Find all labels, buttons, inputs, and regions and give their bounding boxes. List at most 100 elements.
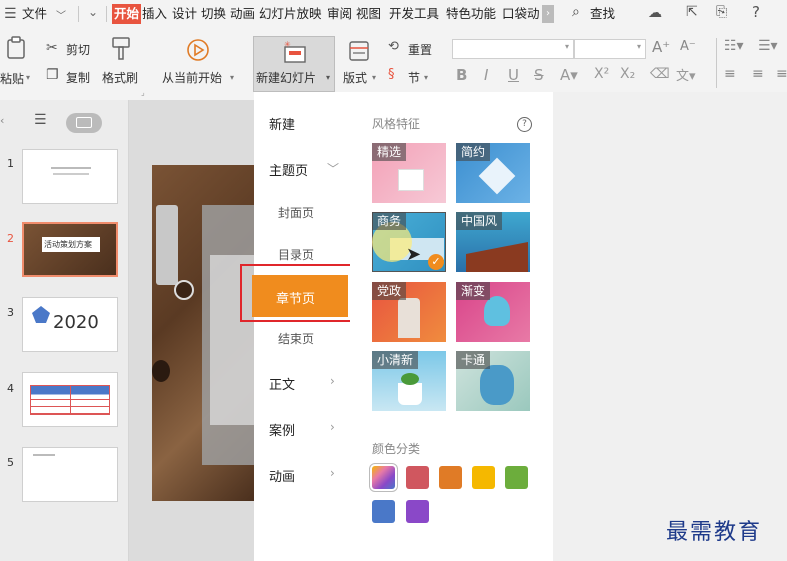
tab-slideshow[interactable]: 幻灯片放映 [259, 4, 322, 24]
bullet-list-icon[interactable]: ☷▾ [724, 38, 744, 54]
tab-features[interactable]: 特色功能 [446, 4, 496, 24]
section-button[interactable]: 节 [408, 69, 420, 86]
menu-file[interactable]: 文件 [22, 4, 47, 24]
tab-home[interactable]: 开始 [112, 4, 142, 24]
cut-button[interactable]: 剪切 [66, 41, 90, 58]
format-painter-icon[interactable] [110, 36, 132, 62]
copy-button[interactable]: 复制 [66, 69, 90, 86]
tab-animation[interactable]: 动画 [230, 4, 255, 24]
menu-cover-page[interactable]: 封面页 [278, 204, 314, 221]
outline-view-icon[interactable]: ☰ [34, 112, 47, 128]
paste-icon[interactable] [6, 36, 26, 60]
superscript-icon[interactable]: X² [594, 66, 609, 82]
style-card-cartoon[interactable]: 卡通 [456, 351, 530, 411]
style-card-fresh[interactable]: 小清新 [372, 351, 446, 411]
menu-ending-page[interactable]: 结束页 [278, 330, 314, 347]
layout-button[interactable]: 版式 [343, 69, 367, 86]
style-card-featured[interactable]: 精选 [372, 143, 446, 203]
play-from-current-button[interactable]: 从当前开始 [162, 69, 222, 86]
grow-font-icon[interactable]: A⁺ [652, 38, 670, 56]
history-icon[interactable]: ⎘ [716, 4, 727, 20]
tab-view[interactable]: 视图 [356, 4, 381, 24]
align-right-icon[interactable]: ≡ [776, 66, 787, 82]
menu-theme-page[interactable]: 主题页 [269, 160, 308, 179]
help-icon[interactable]: ? [752, 3, 760, 21]
slide-thumbnail-1[interactable] [22, 149, 118, 204]
numbered-list-icon[interactable]: ☰▾ [758, 38, 778, 54]
color-swatch-orange[interactable] [439, 466, 462, 489]
chevron-right-icon[interactable]: › [330, 374, 335, 388]
menu-body[interactable]: 正文 [269, 374, 295, 393]
slide-thumbnail-2[interactable]: 活动策划方案 [22, 222, 118, 277]
search-label[interactable]: 查找 [590, 4, 615, 24]
font-size-select[interactable]: ▾ [574, 39, 646, 59]
subscript-icon[interactable]: X₂ [620, 66, 635, 82]
chevron-right-icon[interactable]: › [330, 420, 335, 434]
section-dropdown-icon[interactable]: ▾ [424, 73, 428, 82]
italic-icon[interactable]: I [484, 66, 488, 84]
chevron-right-icon[interactable]: › [330, 466, 335, 480]
search-icon[interactable]: ⌕ [572, 4, 580, 20]
color-swatch-red[interactable] [406, 466, 429, 489]
play-icon[interactable] [186, 38, 210, 62]
style-card-simple[interactable]: 简约 [456, 143, 530, 203]
share-icon[interactable]: ⇱ [686, 4, 698, 20]
play-dropdown-icon[interactable]: ▾ [230, 73, 234, 82]
new-slide-icon: ✳ [284, 41, 306, 63]
phonetic-icon[interactable]: 文▾ [676, 65, 696, 84]
current-slide-preview[interactable] [152, 165, 254, 501]
section-icon[interactable]: § [388, 67, 395, 82]
paste-dropdown-icon[interactable]: ▾ [26, 73, 30, 82]
menu-case[interactable]: 案例 [269, 420, 295, 439]
align-left-icon[interactable]: ≡ [724, 66, 736, 82]
format-painter-button[interactable]: 格式刷 [102, 69, 138, 86]
scissors-icon[interactable]: ✂ [46, 40, 58, 56]
shrink-font-icon[interactable]: A⁻ [680, 39, 696, 54]
highlight-box [240, 264, 360, 322]
help-circle-icon[interactable]: ? [517, 117, 532, 132]
clear-format-icon[interactable]: ⌫ [650, 66, 670, 82]
tab-developer[interactable]: 开发工具 [389, 4, 439, 24]
slide-thumbnail-4[interactable] [22, 372, 118, 427]
ribbon-group-corner-icon[interactable]: ⌟ [141, 88, 145, 97]
style-card-party[interactable]: 党政 [372, 282, 446, 342]
color-swatch-multicolor[interactable] [372, 466, 395, 489]
font-name-select[interactable]: ▾ [452, 39, 574, 59]
underline-icon[interactable]: U [508, 66, 519, 84]
collapse-panel-icon[interactable]: ‹ [0, 114, 4, 127]
color-swatch-green[interactable] [505, 466, 528, 489]
tab-insert[interactable]: 插入 [142, 4, 167, 24]
chevron-down-icon[interactable]: ﹀ [56, 7, 66, 22]
bold-icon[interactable]: B [456, 66, 467, 84]
slide-view-toggle[interactable] [66, 113, 102, 133]
quick-access-dropdown-icon[interactable]: ⌄ [88, 5, 98, 19]
hamburger-icon[interactable]: ☰ [4, 6, 17, 22]
chevron-down-icon[interactable]: ﹀ [327, 160, 339, 177]
more-tabs-icon[interactable]: › [542, 5, 554, 23]
reset-icon[interactable]: ⟲ [388, 39, 399, 54]
style-card-gradient[interactable]: 渐变 [456, 282, 530, 342]
layout-dropdown-icon[interactable]: ▾ [372, 73, 376, 82]
tab-transition[interactable]: 切换 [201, 4, 226, 24]
color-swatch-purple[interactable] [406, 500, 429, 523]
reset-button[interactable]: 重置 [408, 41, 432, 58]
align-center-icon[interactable]: ≡ [752, 66, 764, 82]
strikethrough-icon[interactable]: S [534, 66, 544, 84]
tab-pocket[interactable]: 口袋动 [502, 4, 540, 24]
menu-toc-page[interactable]: 目录页 [278, 246, 314, 263]
layout-icon[interactable] [348, 40, 370, 62]
tab-design[interactable]: 设计 [172, 4, 197, 24]
color-swatch-yellow[interactable] [472, 466, 495, 489]
tab-review[interactable]: 审阅 [327, 4, 352, 24]
slide-thumbnail-3[interactable]: 2020 [22, 297, 118, 352]
slide-thumbnail-5[interactable] [22, 447, 118, 502]
menu-animation[interactable]: 动画 [269, 466, 295, 485]
paste-button[interactable]: 粘贴 [0, 70, 24, 87]
copy-icon[interactable]: ❐ [46, 67, 59, 83]
font-color-icon[interactable]: A▾ [560, 66, 578, 84]
cloud-sync-icon[interactable]: ☁ [648, 5, 662, 21]
new-slide-button[interactable]: ✳ 新建幻灯片 ▾ [253, 36, 335, 92]
color-swatch-blue[interactable] [372, 500, 395, 523]
style-card-chinese[interactable]: 中国风 [456, 212, 530, 272]
menu-new[interactable]: 新建 [269, 114, 295, 133]
